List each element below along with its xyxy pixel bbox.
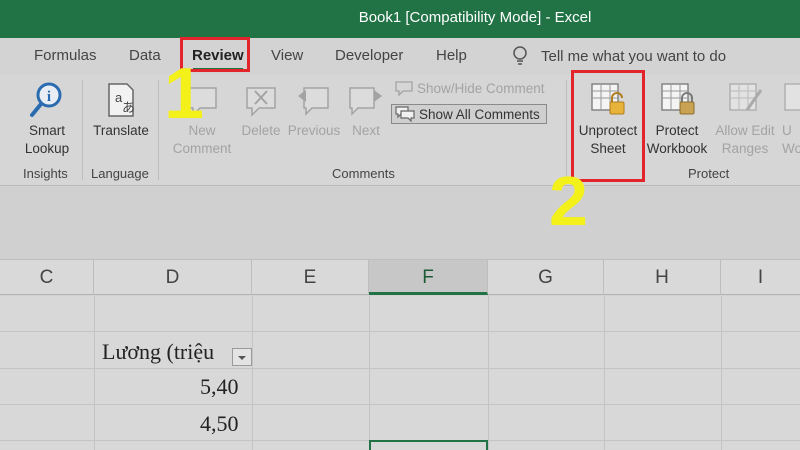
formula-bar-area [0,187,800,260]
column-headers: C D E F G H I [0,260,800,295]
column-header-f[interactable]: F [369,260,488,295]
smart-lookup-button[interactable]: i Smart Lookup [16,80,78,158]
column-header-i[interactable]: I [721,260,800,295]
grid-line [252,296,253,450]
column-header-g[interactable]: G [488,260,604,295]
previous-comment-button[interactable]: Previous [287,80,341,140]
unshare-workbook-icon [784,83,800,111]
new-comment-label-2: Comment [172,141,232,156]
ribbon-review: i Smart Lookup Insights a あ Translate La… [0,74,800,186]
unshare-workbook-button[interactable]: U Wo [782,80,800,158]
show-all-comments-button[interactable]: Show All Comments [391,104,547,124]
group-separator [82,80,83,180]
protect-workbook-button[interactable]: Protect Workbook [643,80,711,158]
group-label-insights: Insights [23,166,68,181]
allow-edit-ranges-button[interactable]: Allow Edit Ranges [712,80,778,158]
smart-lookup-icon: i [30,82,62,117]
svg-text:あ: あ [122,101,135,116]
previous-comment-icon [298,87,329,116]
next-comment-label: Next [352,123,380,138]
step-number-1: 1 [164,54,205,134]
group-label-language: Language [91,166,149,181]
group-label-protect: Protect [688,166,730,181]
grid-line [0,404,800,405]
grid-line [0,368,800,369]
unshare-workbook-label-2: Wo [782,141,800,156]
delete-comment-icon [246,87,276,117]
title-bar: Book1 [Compatibility Mode] - Excel [0,0,800,38]
show-hide-comment-button[interactable]: Show/Hide Comment [395,80,545,96]
delete-comment-label: Delete [241,123,281,138]
ribbon-tabs: Formulas Data Review View Developer Help… [0,38,800,74]
protect-workbook-label-1: Protect [655,123,699,138]
window-title: Book1 [Compatibility Mode] - Excel [358,9,592,26]
show-all-comments-label: Show All Comments [419,106,540,122]
next-comment-icon [349,87,382,116]
cell-d-header[interactable]: Lương (triệu [102,339,214,365]
tab-view[interactable]: View [271,47,303,64]
worksheet-grid[interactable] [0,296,800,450]
grid-line [369,296,370,450]
active-cell-indicator [369,440,488,450]
grid-line [604,296,605,450]
smart-lookup-label-2: Lookup [24,141,70,156]
tab-help[interactable]: Help [436,47,467,64]
tab-formulas[interactable]: Formulas [34,47,97,64]
protect-workbook-label-2: Workbook [646,141,708,156]
allow-edit-ranges-label-1: Allow Edit [715,123,775,138]
translate-button[interactable]: a あ Translate [90,80,152,140]
allow-edit-ranges-icon [729,83,763,111]
grid-line [721,296,722,450]
show-hide-comment-label: Show/Hide Comment [417,80,545,96]
grid-line [0,331,800,332]
allow-edit-ranges-label-2: Ranges [721,141,769,156]
filter-dropdown-button[interactable] [232,348,252,366]
column-header-d[interactable]: D [94,260,252,295]
group-separator [158,80,159,180]
tab-data[interactable]: Data [129,47,161,64]
column-header-h[interactable]: H [604,260,721,295]
grid-line [488,296,489,450]
show-hide-comment-icon [395,81,413,96]
unshare-workbook-label-1: U [782,123,792,138]
chevron-down-icon [238,356,246,360]
svg-text:i: i [47,89,51,105]
previous-comment-label: Previous [287,123,341,138]
group-label-comments: Comments [332,166,395,181]
smart-lookup-label-1: Smart [28,123,65,138]
grid-line [94,296,95,450]
column-header-c[interactable]: C [0,260,94,295]
lightbulb-icon [513,46,527,65]
translate-label: Translate [93,123,149,138]
tell-me-label: Tell me what you want to do [541,47,727,65]
step-number-2: 2 [549,162,588,240]
translate-icon: a あ [108,83,135,117]
protect-workbook-icon [661,83,695,115]
cell-d-row1[interactable]: 5,40 [200,374,239,400]
cell-d-row2[interactable]: 4,50 [200,411,239,437]
tab-developer[interactable]: Developer [335,47,403,64]
show-all-comments-icon [395,106,415,122]
next-comment-button[interactable]: Next [344,80,388,140]
column-header-e[interactable]: E [252,260,369,295]
delete-comment-button[interactable]: Delete [237,80,285,140]
tell-me-search[interactable]: Tell me what you want to do [512,46,726,66]
